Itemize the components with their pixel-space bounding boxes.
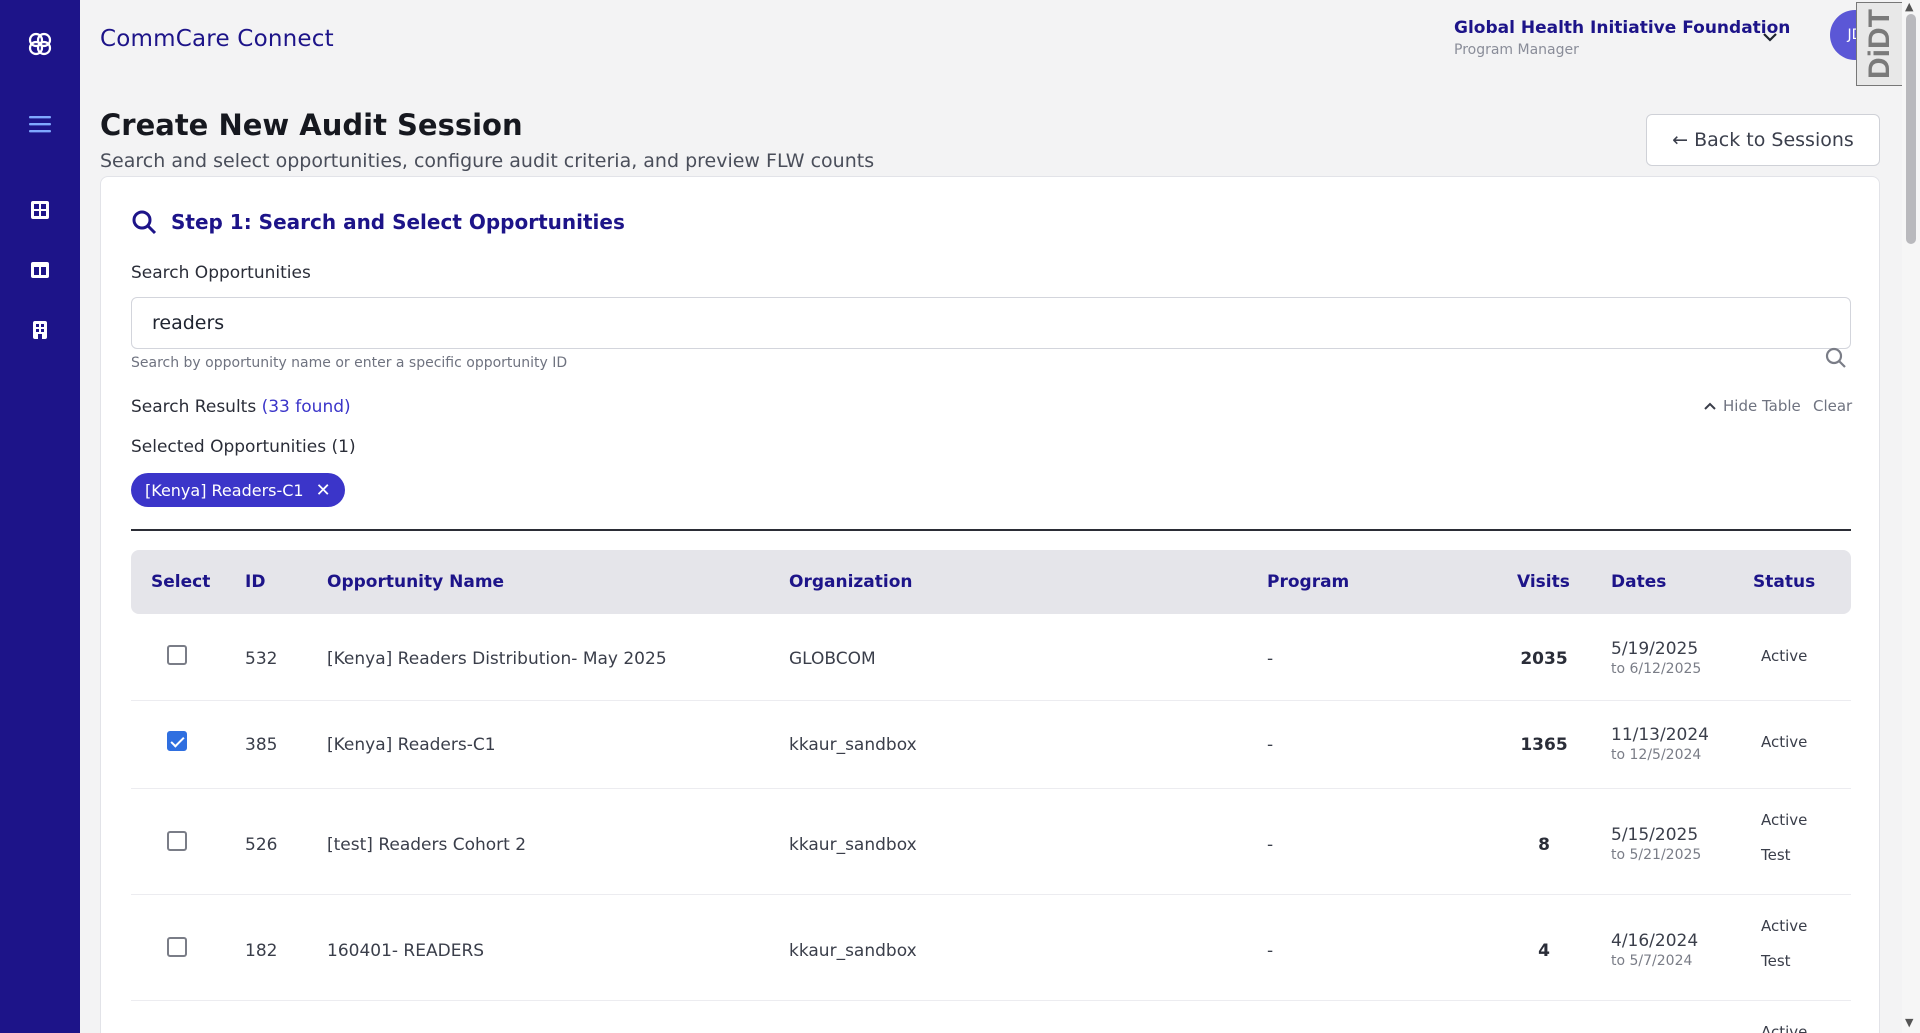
row-dates: 5/15/2025 to 5/21/2025 [1611,825,1701,863]
row-program: - [1267,941,1274,961]
search-hint: Search by opportunity name or enter a sp… [131,355,568,371]
col-status: Status [1753,572,1816,592]
search-results-text: Search Results [131,397,257,417]
row-date-start: 4/16/2024 [1611,931,1699,951]
app-title[interactable]: CommCare Connect [100,26,334,52]
search-results-label: Search Results (33 found) [131,397,351,417]
dashboard-icon[interactable] [22,192,58,228]
sidebar [0,0,80,1033]
row-id: 526 [245,835,278,855]
building-icon[interactable] [22,312,58,348]
row-org: GLOBCOM [789,649,876,669]
col-dates: Dates [1611,572,1667,592]
divider [131,529,1851,531]
status-badge: Active [1761,733,1808,751]
close-icon[interactable]: ✕ [316,480,331,501]
extension-badge[interactable]: DiDT [1856,2,1904,86]
row-org: kkaur_sandbox [789,941,917,961]
row-date-end: to 6/12/2025 [1611,661,1702,677]
selected-opportunities-label: Selected Opportunities (1) [131,437,356,457]
scrollbar-thumb[interactable] [1906,14,1916,244]
row-checkbox[interactable] [167,831,187,851]
row-visits: 8 [1538,835,1550,855]
step1-header: Step 1: Search and Select Opportunities [131,209,625,235]
row-date-end: to 5/7/2024 [1611,953,1693,969]
chevron-down-icon[interactable] [1762,28,1778,47]
status-badge: Active [1761,917,1808,935]
col-organization: Organization [789,572,913,592]
hide-table-label: Hide Table [1723,397,1801,415]
table-row[interactable]: 532 [Kenya] Readers Distribution- May 20… [131,621,1851,701]
row-date-end: to 5/21/2025 [1611,847,1702,863]
menu-icon[interactable] [22,106,58,142]
row-name: [test] Readers Cohort 2 [327,835,527,855]
row-visits: 1365 [1520,735,1568,755]
extension-label: DiDT [1863,9,1896,79]
row-checkbox[interactable] [167,937,187,957]
status-badge: Active [1761,647,1808,665]
selected-chip[interactable]: [Kenya] Readers-C1 ✕ [131,473,345,507]
status-badge: Active [1761,811,1808,829]
col-program: Program [1267,572,1350,592]
test-badge: Test [1761,846,1791,864]
scroll-up-arrow[interactable]: ▲ [1905,0,1913,13]
table-row[interactable]: 526 [test] Readers Cohort 2 kkaur_sandbo… [131,789,1851,895]
row-program: - [1267,735,1274,755]
logo-icon[interactable] [22,26,58,62]
row-visits: 2035 [1520,649,1568,669]
col-select: Select [151,572,211,592]
col-opportunity-name: Opportunity Name [327,572,505,592]
table-row[interactable]: 182 160401- READERS kkaur_sandbox - 4 4/… [131,895,1851,1001]
row-dates: 11/13/2024 to 12/5/2024 [1611,725,1709,763]
row-checkbox[interactable] [167,731,187,751]
results-count: (33 found) [261,397,351,417]
page-title: Create New Audit Session [100,108,523,142]
clear-button[interactable]: Clear [1813,397,1852,415]
top-bar: CommCare Connect Global Health Initiativ… [80,0,1920,80]
col-id: ID [245,572,266,592]
row-org: kkaur_sandbox [789,735,917,755]
row-visits: 4 [1538,941,1550,961]
layout-icon[interactable] [22,252,58,288]
col-visits: Visits [1517,572,1570,592]
step1-card: Step 1: Search and Select Opportunities … [100,176,1880,1033]
search-icon[interactable] [1825,347,1847,373]
search-input[interactable]: readers [131,297,1851,349]
row-org: kkaur_sandbox [789,835,917,855]
row-name: [Kenya] Readers-C1 [327,735,496,755]
chip-label: [Kenya] Readers-C1 [145,480,304,500]
search-icon [132,210,157,235]
org-name: Global Health Initiative Foundation [1454,18,1791,38]
back-to-sessions-button[interactable]: ← Back to Sessions [1646,114,1880,166]
row-name: 160401- READERS [327,941,485,961]
status-badge: Active [1761,1023,1808,1033]
table-row[interactable]: 385 [Kenya] Readers-C1 kkaur_sandbox - 1… [131,703,1851,789]
table-header: Select ID Opportunity Name Organization … [131,550,1851,614]
row-checkbox[interactable] [167,645,187,665]
row-date-end: to 12/5/2024 [1611,747,1702,763]
org-role: Program Manager [1454,42,1579,58]
row-dates: 4/16/2024 to 5/7/2024 [1611,931,1698,969]
step1-title: Step 1: Search and Select Opportunities [171,210,625,234]
row-date-start: 5/15/2025 [1611,825,1699,845]
org-switcher[interactable]: Global Health Initiative Foundation Prog… [1454,18,1790,58]
search-label: Search Opportunities [131,263,311,283]
row-id: 385 [245,735,278,755]
row-date-start: 11/13/2024 [1611,725,1709,745]
row-id: 182 [245,941,278,961]
scroll-down-arrow[interactable]: ▼ [1905,1016,1913,1029]
chevron-up-icon [1704,402,1716,410]
row-dates: 5/19/2025 to 6/12/2025 [1611,639,1701,677]
row-program: - [1267,649,1274,669]
hide-table-button[interactable]: Hide Table [1703,397,1801,415]
test-badge: Test [1761,952,1791,970]
row-id: 532 [245,649,278,669]
page-subtitle: Search and select opportunities, configu… [100,150,875,172]
row-date-start: 5/19/2025 [1611,639,1699,659]
row-name: [Kenya] Readers Distribution- May 2025 [327,649,667,669]
row-program: - [1267,835,1274,855]
